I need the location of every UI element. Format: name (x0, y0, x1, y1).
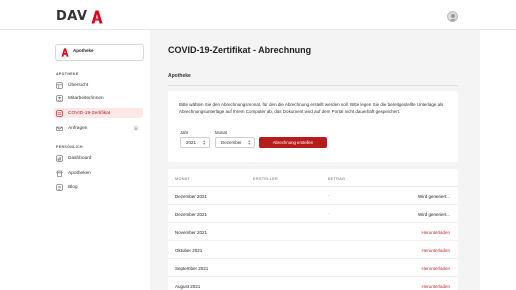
sidebar-item-label: COVID-19-Zertifikat (68, 110, 111, 116)
table-row: Oktober 2021 Herunterladen (168, 241, 458, 259)
users-icon (56, 94, 63, 102)
apotheke-a-icon (61, 48, 69, 57)
table-row: November 2021 Herunterladen (168, 223, 458, 241)
dashboard-icon (56, 154, 63, 162)
sidebar-item-covid-zertifikat[interactable]: COVID-19-Zertifikat (54, 108, 143, 118)
column-header-ersteller: ERSTELLER (253, 177, 278, 181)
cell-amount: - (328, 193, 330, 198)
sidebar-item-anfragen[interactable]: Anfragen 0 (54, 123, 143, 133)
sidebar-item-mitarbeiter[interactable]: Mitarbeiter/innen (54, 93, 143, 103)
sidebar-item-label: Übersicht (68, 82, 89, 88)
top-bar: DAV (0, 0, 516, 30)
pharmacy-selector[interactable]: Apotheke (55, 44, 144, 61)
month-label: Monat (215, 130, 227, 135)
sidebar: Apotheke APOTHEKE Übersicht Mitarbeiter/… (0, 30, 150, 290)
dav-logo[interactable]: DAV (56, 9, 103, 24)
billing-table: MONAT ERSTELLER BETRAG Dezember 2021 - W… (168, 169, 458, 290)
table-row: September 2021 Herunterladen (168, 259, 458, 277)
stepper-icon: ▲ ▼ (202, 139, 206, 146)
stepper-icon: ▲ ▼ (247, 139, 251, 146)
cell-month: November 2021 (175, 230, 208, 235)
main-content: COVID-19-Zertifikat - Abrechnung Apothek… (150, 30, 480, 290)
logo-text: DAV (56, 9, 88, 24)
blog-icon (56, 183, 63, 191)
table-row: Dezember 2021 - Wird generiert... (168, 187, 458, 205)
sidebar-item-label: Apotheken (68, 170, 91, 176)
download-link[interactable]: Herunterladen (421, 248, 450, 253)
grid-icon (56, 81, 63, 89)
user-avatar[interactable] (447, 11, 458, 22)
status-generating: Wird generiert... (417, 194, 450, 199)
certificate-icon (56, 109, 63, 117)
page-title: COVID-19-Zertifikat - Abrechnung (168, 45, 312, 55)
instructions-text: Bitte wählen Sie den Abrechnungsmonat, f… (179, 102, 444, 114)
cell-month: Oktober 2021 (175, 248, 203, 253)
cell-month: Dezember 2021 (175, 194, 208, 199)
billing-form-card: Bitte wählen Sie den Abrechnungsmonat, f… (168, 91, 458, 162)
column-header-betrag: BETRAG (328, 177, 346, 181)
cell-month: September 2021 (175, 266, 209, 271)
create-billing-button[interactable]: Abrechnung erstellen (259, 137, 327, 148)
sidebar-item-uebersicht[interactable]: Übersicht (54, 80, 143, 90)
apotheke-a-icon (91, 10, 103, 23)
download-link[interactable]: Herunterladen (421, 266, 450, 271)
cell-month: August 2021 (175, 284, 201, 289)
section-label-apotheke: APOTHEKE (56, 72, 79, 76)
sidebar-item-label: Anfragen (68, 125, 88, 131)
status-generating: Wird generiert... (417, 212, 450, 217)
table-row: Dezember 2021 - Wird generiert... (168, 205, 458, 223)
sidebar-item-label: Mitarbeiter/innen (68, 95, 104, 101)
month-value: Dezember (221, 140, 242, 145)
download-link[interactable]: Herunterladen (421, 284, 450, 289)
year-label: Jahr (180, 130, 189, 135)
year-value: 2021 (186, 140, 197, 145)
divider (168, 85, 458, 86)
cell-amount: - (328, 211, 330, 216)
inbox-icon (56, 125, 63, 131)
cell-month: Dezember 2021 (175, 212, 208, 217)
year-select[interactable]: 2021 ▲ ▼ (180, 137, 210, 148)
download-link[interactable]: Herunterladen (421, 230, 450, 235)
sidebar-item-dashboard[interactable]: Dashboard (54, 153, 143, 163)
sidebar-item-blog[interactable]: Blog (54, 182, 143, 192)
sidebar-item-apotheken[interactable]: Apotheken (54, 168, 143, 178)
section-label-persoenlich: PERSÖNLICH (56, 145, 83, 149)
section-subtitle: Apotheke (168, 73, 191, 79)
sidebar-item-label: Blog (68, 184, 78, 190)
sidebar-item-label: Dashboard (68, 155, 92, 161)
month-select[interactable]: Dezember ▲ ▼ (215, 137, 255, 148)
count-badge: 0 (132, 125, 139, 131)
column-header-monat: MONAT (175, 177, 190, 181)
table-row: August 2021 Herunterladen (168, 277, 458, 290)
pharmacy-name: Apotheke (73, 48, 94, 53)
store-icon (56, 170, 63, 177)
